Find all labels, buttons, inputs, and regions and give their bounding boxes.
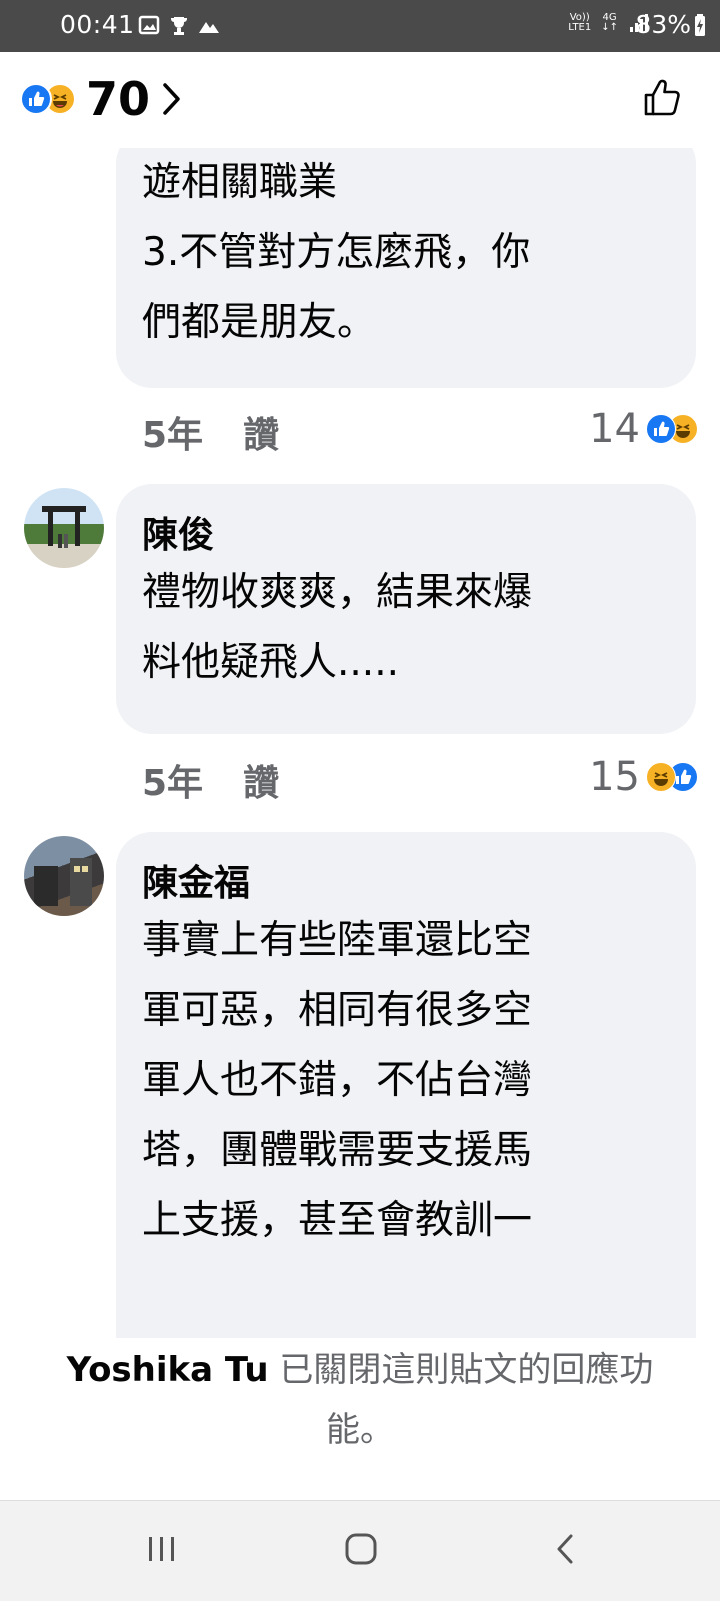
like-button[interactable]: 讚 bbox=[243, 406, 279, 458]
battery-percent: 83% bbox=[635, 10, 691, 39]
back-icon[interactable] bbox=[553, 1531, 577, 1567]
comment-reaction-count: 15 bbox=[589, 754, 640, 800]
avatar[interactable] bbox=[24, 488, 104, 568]
notification-icons bbox=[138, 14, 220, 36]
comment-author[interactable]: 陳俊 bbox=[142, 514, 666, 558]
comment-text: 事實上有些陸軍還比空 軍可惡，相同有很多空 軍人也不錯，不佔台灣 塔，團體戰需要… bbox=[142, 918, 533, 1243]
comment-bubble[interactable]: 陳金福 事實上有些陸軍還比空 軍可惡，相同有很多空 軍人也不錯，不佔台灣 塔，團… bbox=[116, 832, 696, 1338]
status-time: 00:41 bbox=[60, 10, 135, 39]
battery-icon bbox=[695, 13, 705, 36]
comment-reaction-count: 14 bbox=[589, 406, 640, 452]
thumbs-up-icon[interactable] bbox=[642, 78, 682, 118]
comment-text: 遊相關職業 3.不管對方怎麼飛，你 們都是朋友。 bbox=[142, 160, 531, 345]
trophy-icon bbox=[171, 17, 187, 35]
data-arrows-icon: ↓↑ bbox=[601, 22, 618, 33]
closed-notice-text-cont: 能。 bbox=[326, 1410, 394, 1450]
gallery-icon bbox=[138, 15, 160, 35]
avatar-photo bbox=[42, 506, 86, 548]
mountain-icon bbox=[199, 22, 219, 33]
reaction-summary[interactable]: 70 bbox=[20, 76, 182, 122]
like-reaction-icon bbox=[20, 83, 52, 115]
reactions-header: 70 bbox=[0, 52, 720, 148]
comment-meta: 5年 讚 bbox=[142, 754, 279, 806]
comment-text: 禮物收爽爽，結果來爆 料他疑飛人..... bbox=[142, 570, 533, 685]
avatar[interactable] bbox=[24, 836, 104, 916]
comment-time[interactable]: 5年 bbox=[142, 406, 203, 458]
home-icon[interactable] bbox=[343, 1531, 379, 1567]
comment-bubble[interactable]: 遊相關職業 3.不管對方怎麼飛，你 們都是朋友。 bbox=[116, 148, 696, 388]
comment-time[interactable]: 5年 bbox=[142, 754, 203, 806]
chevron-right-icon bbox=[163, 83, 180, 115]
comment-reactions[interactable]: 14 bbox=[589, 406, 698, 452]
closed-notice-text: 已關閉這則貼文的回應功 bbox=[279, 1350, 654, 1390]
battery-status: 83% bbox=[635, 10, 706, 39]
volte-indicator: Vo)) LTE1 bbox=[568, 13, 591, 33]
comments-closed-notice: Yoshika Tu 已關閉這則貼文的回應功 能。 bbox=[0, 1340, 720, 1460]
poster-name[interactable]: Yoshika Tu bbox=[67, 1350, 269, 1390]
comments-list: 遊相關職業 3.不管對方怎麼飛，你 們都是朋友。 5年 讚 14 陳俊 禮物收爽… bbox=[0, 148, 720, 1338]
like-button[interactable]: 讚 bbox=[243, 754, 279, 806]
network-type-indicator: 4G ↓↑ bbox=[601, 13, 618, 33]
status-bar: 00:41 Vo)) LTE1 4G ↓↑ 83% bbox=[0, 0, 720, 52]
like-reaction-icon bbox=[646, 414, 676, 444]
recent-apps-icon[interactable] bbox=[145, 1531, 179, 1567]
system-nav-bar bbox=[0, 1500, 720, 1601]
comment-reactions[interactable]: 15 bbox=[589, 754, 698, 800]
avatar-photo bbox=[34, 858, 92, 906]
comment-bubble[interactable]: 陳俊 禮物收爽爽，結果來爆 料他疑飛人..... bbox=[116, 484, 696, 734]
reaction-count: 70 bbox=[86, 72, 151, 126]
comment-author[interactable]: 陳金福 bbox=[142, 862, 666, 906]
comment-meta: 5年 讚 bbox=[142, 406, 279, 458]
haha-reaction-icon bbox=[646, 762, 676, 792]
lte-label: LTE1 bbox=[568, 22, 592, 33]
